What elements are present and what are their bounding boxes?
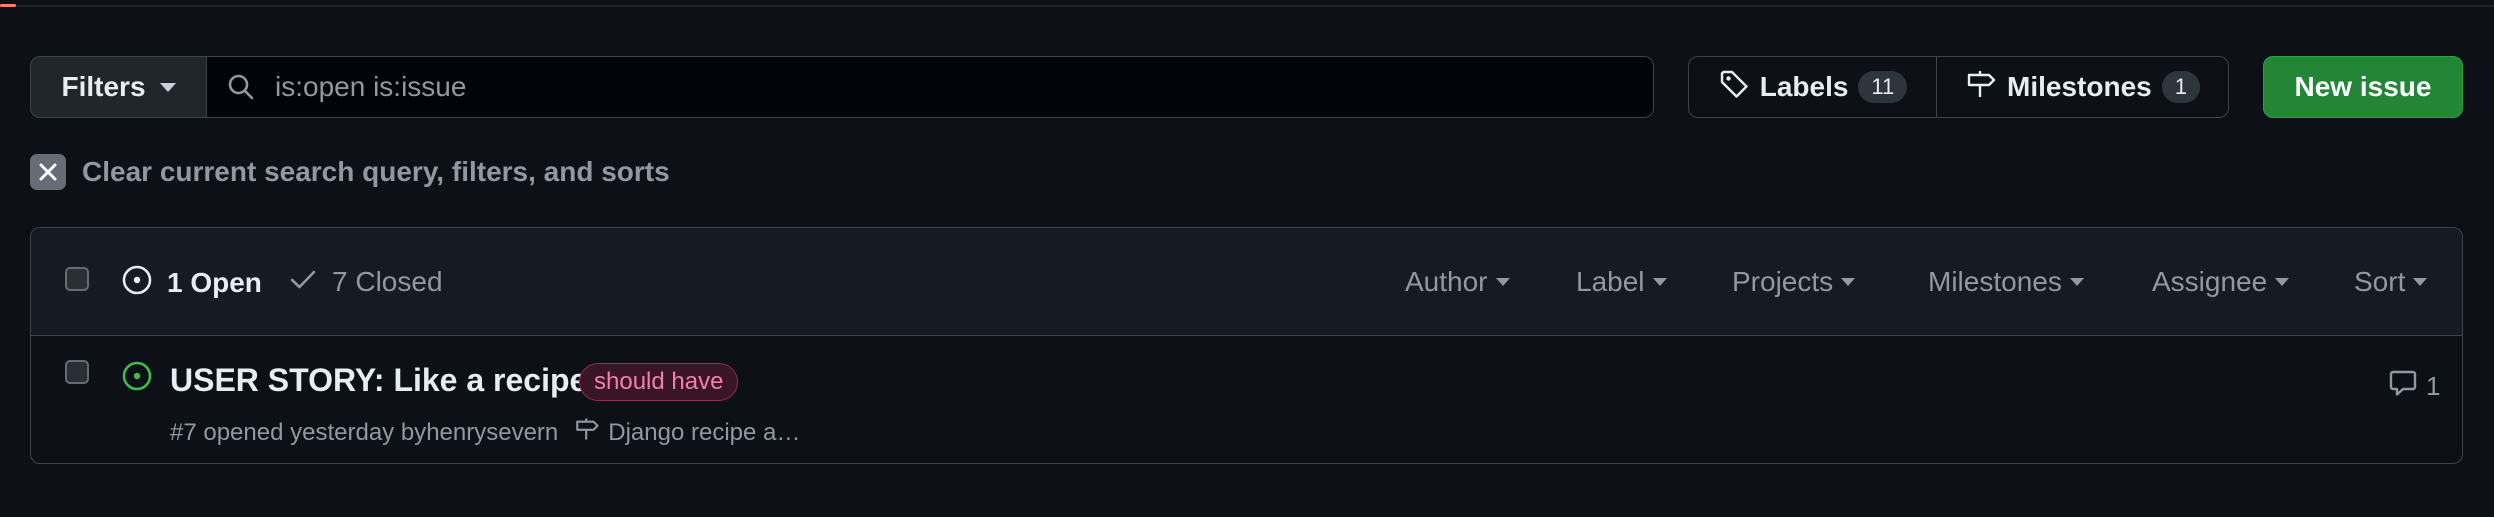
sort-label: Sort <box>2354 266 2406 297</box>
comment-icon <box>2388 368 2418 405</box>
closed-issues-tab[interactable]: 7 Closed <box>288 264 443 299</box>
author-filter-dropdown[interactable]: Author <box>1405 264 1510 300</box>
new-issue-button[interactable]: New issue <box>2263 56 2463 118</box>
active-tab-accent <box>0 4 16 7</box>
chevron-down-icon <box>2275 278 2290 286</box>
issue-author-link[interactable]: henrysevern <box>426 419 558 447</box>
author-filter-label: Author <box>1405 266 1488 297</box>
milestone-icon <box>1965 68 1997 107</box>
chevron-down-icon <box>2069 278 2084 286</box>
search-bar[interactable] <box>207 56 1654 118</box>
search-input[interactable] <box>273 58 1653 116</box>
projects-filter-dropdown[interactable]: Projects <box>1732 264 1856 300</box>
check-icon <box>288 264 318 299</box>
open-issues-tab[interactable]: 1 Open <box>121 264 262 301</box>
issue-milestone-link[interactable]: Django recipe a… <box>574 416 800 449</box>
closed-issues-label: 7 Closed <box>332 265 443 297</box>
issue-open-icon <box>121 264 153 301</box>
assignee-filter-label: Assignee <box>2152 266 2268 297</box>
chevron-down-icon <box>2413 278 2428 286</box>
clear-filters-label: Clear current search query, filters, and… <box>82 156 670 187</box>
filters-label: Filters <box>61 71 146 102</box>
clear-filters-link[interactable]: Clear current search query, filters, and… <box>30 154 670 190</box>
milestones-filter-label: Milestones <box>1928 266 2062 297</box>
label-filter-label: Label <box>1576 266 1645 297</box>
chevron-down-icon <box>1495 278 1510 286</box>
issue-label-badge[interactable]: should have <box>579 363 739 401</box>
sort-dropdown[interactable]: Sort <box>2354 264 2428 300</box>
chevron-down-icon <box>1652 278 1667 286</box>
labels-button[interactable]: Labels 11 <box>1688 56 1937 118</box>
issue-comments-link[interactable]: 1 <box>2388 368 2440 405</box>
issue-meta-text: #7 opened yesterday by <box>170 418 427 446</box>
milestones-button[interactable]: Milestones 1 <box>1936 56 2229 118</box>
issues-list: 1 Open 7 Closed Author Label Projects Mi… <box>30 227 2463 464</box>
tag-icon <box>1718 68 1750 107</box>
chevron-down-icon <box>1841 278 1856 286</box>
issue-opened-icon <box>121 360 153 397</box>
filters-dropdown-button[interactable]: Filters <box>30 56 207 118</box>
search-icon <box>223 69 259 105</box>
labels-label: Labels <box>1759 71 1849 102</box>
issue-meta: #7 opened yesterday by henrysevern Djang… <box>170 416 800 449</box>
close-icon <box>30 154 66 190</box>
issue-milestone-label: Django recipe a… <box>608 418 801 446</box>
milestones-label: Milestones <box>2007 71 2152 102</box>
chevron-down-icon <box>159 82 176 92</box>
top-divider <box>0 0 2494 7</box>
milestones-filter-dropdown[interactable]: Milestones <box>1928 264 2084 300</box>
labels-count-badge: 11 <box>1858 71 1908 103</box>
milestone-icon <box>574 416 600 449</box>
select-all-checkbox[interactable] <box>65 267 89 291</box>
milestones-count-badge: 1 <box>2161 71 2200 103</box>
issues-list-header: 1 Open 7 Closed Author Label Projects Mi… <box>31 228 2462 336</box>
issue-comments-count: 1 <box>2426 371 2441 401</box>
issue-checkbox[interactable] <box>65 360 89 384</box>
issue-row: USER STORY: Like a recipe should have #7… <box>31 336 2462 463</box>
projects-filter-label: Projects <box>1732 266 1834 297</box>
open-issues-label: 1 Open <box>167 266 262 298</box>
label-filter-dropdown[interactable]: Label <box>1576 264 1667 300</box>
assignee-filter-dropdown[interactable]: Assignee <box>2152 264 2290 300</box>
issue-title-link[interactable]: USER STORY: Like a recipe <box>170 362 587 399</box>
